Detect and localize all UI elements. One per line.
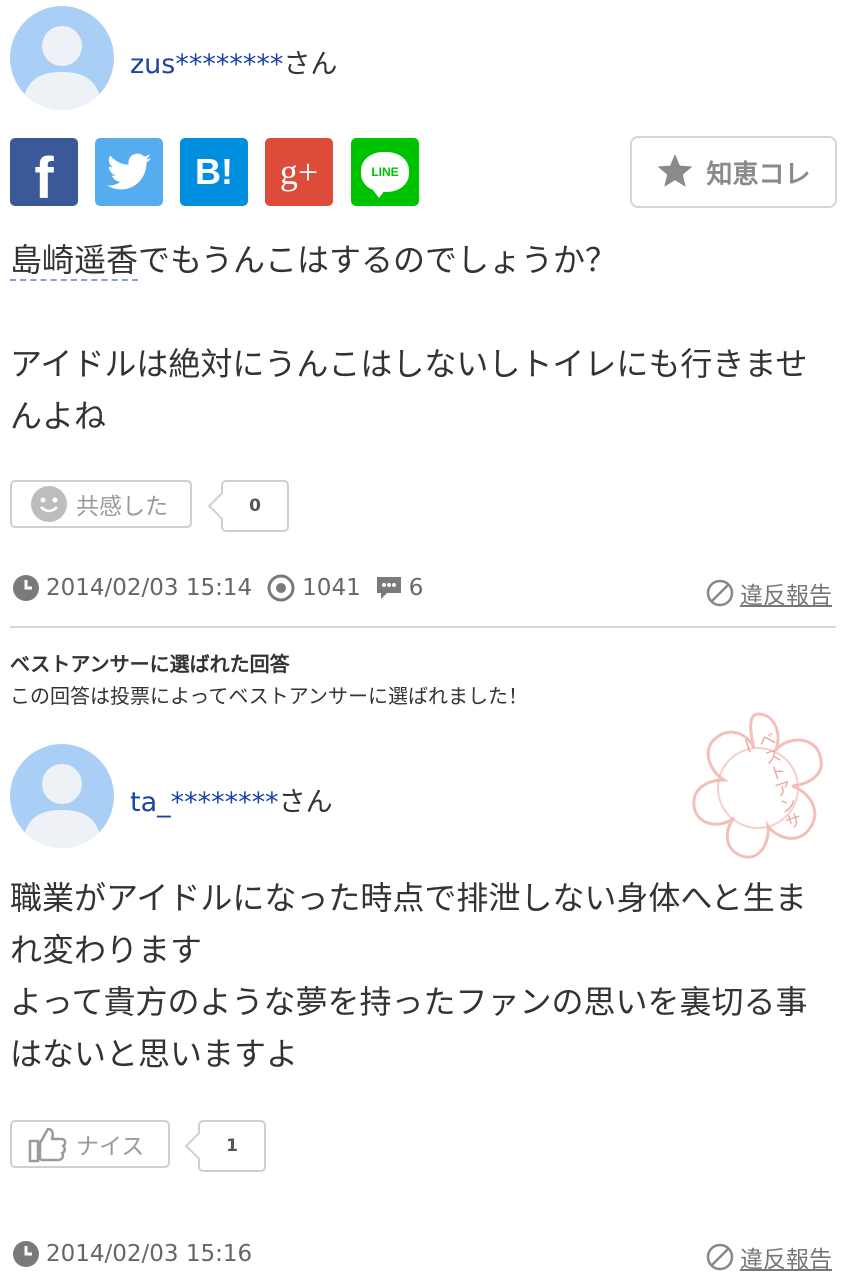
smile-icon — [31, 486, 67, 522]
question-line-3: んよね — [10, 397, 107, 435]
question-user-avatar[interactable] — [10, 6, 114, 110]
empathy-label: 共感した — [76, 494, 168, 520]
clock-icon — [13, 1241, 39, 1267]
question-username-suffix: さん — [283, 49, 338, 80]
answer-username[interactable]: ta_********さん — [130, 780, 333, 819]
best-answer-subheading: この回答は投票によってベストアンサーに選ばれました！ — [10, 684, 528, 708]
question-line-1-rest: でもうんこはするのでしょうか？ — [138, 241, 618, 279]
hatena-bookmark-button[interactable]: B! — [180, 138, 248, 206]
chie-kore-label: 知恵コレ — [706, 159, 811, 190]
answer-meta: 2014/02/03 15:16 — [12, 1240, 266, 1268]
empathy-count: 0 — [221, 480, 289, 532]
twitter-share-button[interactable]: twitter-bird — [95, 138, 163, 206]
nice-button[interactable]: ナイス — [10, 1120, 170, 1168]
question-views: 1041 — [266, 574, 361, 602]
googleplus-icon: g+ — [279, 152, 319, 192]
answer-username-suffix: さん — [278, 787, 333, 818]
keyword-link[interactable]: 島崎遥香 — [10, 241, 139, 281]
comment-icon — [376, 577, 401, 599]
question-date: 2014/02/03 15:14 — [12, 574, 252, 602]
clock-icon — [13, 575, 39, 601]
googleplus-share-button[interactable]: g+ — [265, 138, 333, 206]
question-username-name[interactable]: zus******** — [130, 49, 283, 80]
nice-count: 1 — [198, 1120, 266, 1172]
twitter-icon — [107, 153, 151, 190]
question-meta: 2014/02/03 15:14 1041 6 — [12, 574, 437, 602]
question-report-label: 違反報告 — [740, 583, 832, 609]
answer-line-4: はないと思いますよ — [10, 1035, 299, 1073]
eye-icon — [267, 574, 295, 602]
chie-kore-button[interactable]: 知恵コレ — [630, 136, 837, 208]
section-divider — [10, 626, 836, 628]
best-answer-heading: ベストアンサーに選ばれた回答 — [10, 652, 290, 676]
answer-username-name[interactable]: ta_******** — [130, 787, 279, 818]
answer-line-2: れ変わります — [10, 931, 203, 969]
answer-body: 職業がアイドルになった時点で排泄しない身体へと生ま れ変わります よって貴方のよ… — [10, 872, 840, 1080]
line-icon: LINE — [361, 152, 409, 198]
facebook-icon: f — [34, 146, 54, 211]
answer-line-1: 職業がアイドルになった時点で排泄しない身体へと生ま — [10, 879, 807, 917]
prohibited-icon — [706, 1243, 734, 1271]
question-answer-count: 6 — [375, 575, 423, 601]
star-icon — [658, 154, 693, 187]
prohibited-icon — [706, 579, 734, 607]
question-username[interactable]: zus********さん — [130, 42, 337, 81]
answer-date: 2014/02/03 15:16 — [12, 1240, 252, 1268]
hatena-icon: B! — [195, 151, 233, 192]
best-answer-stamp: ベストアンサー — [678, 708, 838, 868]
question-line-1: 島崎遥香でもうんこはするのでしょうか？ — [10, 234, 840, 286]
question-report-link[interactable]: 違反報告 — [706, 576, 832, 610]
question-body: 島崎遥香でもうんこはするのでしょうか？ アイドルは絶対にうんこはしないしトイレに… — [10, 234, 840, 442]
line-share-button[interactable]: LINE — [351, 138, 419, 206]
answer-user-avatar[interactable] — [10, 744, 114, 848]
thumbs-up-icon — [28, 1127, 67, 1163]
answer-line-3: よって貴方のような夢を持ったファンの思いを裏切る事 — [10, 983, 808, 1021]
answer-report-label: 違反報告 — [740, 1247, 832, 1273]
question-line-2: アイドルは絶対にうんこはしないしトイレにも行きませ — [10, 345, 808, 383]
answer-report-link[interactable]: 違反報告 — [706, 1240, 832, 1274]
empathy-button[interactable]: 共感した — [10, 480, 192, 528]
facebook-share-button[interactable]: f — [10, 138, 78, 211]
nice-label: ナイス — [76, 1134, 145, 1160]
